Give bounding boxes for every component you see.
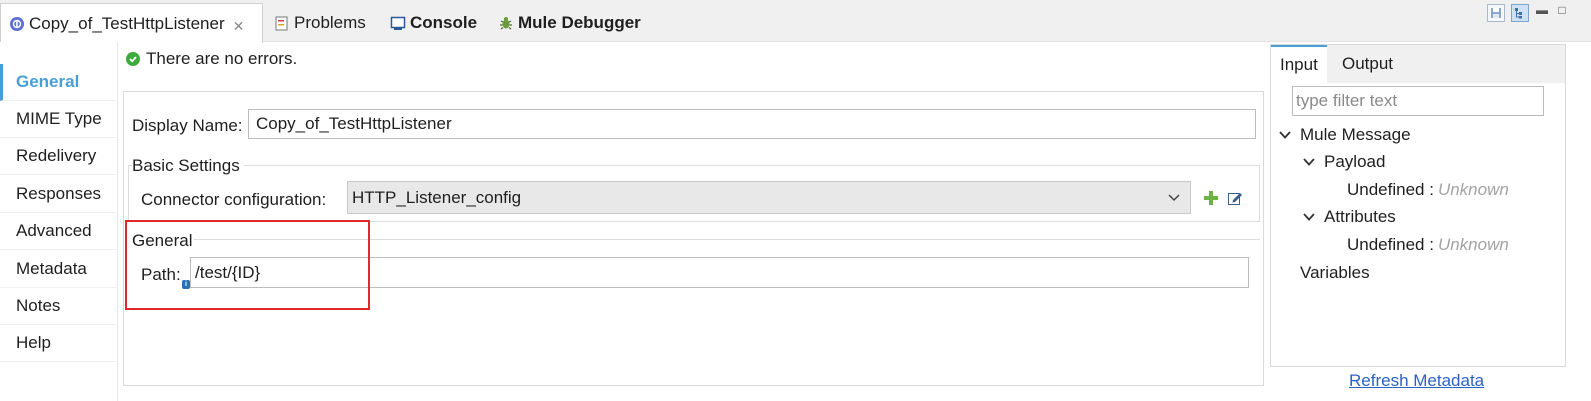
debugger-icon — [498, 15, 514, 31]
tree-label: Variables — [1300, 263, 1370, 282]
tab-problems[interactable]: Problems — [274, 3, 366, 42]
editor-tab-bar: Copy_of_TestHttpListener ✕ Problems Cons… — [0, 0, 1591, 43]
sidebar-item-metadata[interactable]: Metadata — [0, 251, 118, 288]
tree-item-mule-message[interactable]: Mule Message — [1278, 125, 1411, 145]
chevron-down-icon[interactable] — [1278, 128, 1292, 142]
problems-icon — [274, 15, 290, 31]
sidebar-item-advanced[interactable]: Advanced — [0, 213, 118, 250]
maximize-icon[interactable]: □ — [1555, 4, 1569, 16]
tab-input[interactable]: Input — [1271, 45, 1327, 83]
tab-label: Console — [410, 12, 478, 32]
tree-item-variables[interactable]: Variables — [1300, 263, 1370, 283]
sidebar-item-responses[interactable]: Responses — [0, 176, 118, 213]
tree-item-attributes-undefined[interactable]: Undefined : Unknown — [1347, 235, 1509, 255]
display-name-field[interactable]: Copy_of_TestHttpListener — [248, 109, 1256, 139]
connector-config-select[interactable]: HTTP_Listener_config — [347, 181, 1191, 214]
tree-label: Attributes — [1324, 207, 1396, 226]
sidebar-item-redelivery[interactable]: Redelivery — [0, 138, 118, 175]
edit-config-icon[interactable] — [1227, 190, 1243, 206]
connector-config-value: HTTP_Listener_config — [352, 187, 522, 207]
tab-console[interactable]: Console — [390, 3, 477, 42]
general-group-title: General — [132, 231, 195, 251]
close-icon[interactable]: ✕ — [233, 18, 245, 35]
validation-status: There are no errors. — [126, 49, 297, 69]
tree-label: Undefined : — [1347, 235, 1434, 254]
tree-label: Mule Message — [1300, 125, 1411, 144]
filter-input[interactable] — [1296, 91, 1536, 111]
tab-label: Mule Debugger — [518, 12, 641, 32]
properties-sidebar: General MIME Type Redelivery Responses A… — [0, 42, 118, 401]
console-icon — [390, 15, 406, 31]
mule-flow-icon — [9, 16, 25, 32]
chevron-down-icon[interactable] — [1302, 210, 1316, 224]
tree-item-attributes[interactable]: Attributes — [1302, 207, 1396, 227]
tree-item-payload[interactable]: Payload — [1302, 152, 1385, 172]
type-label: Unknown — [1437, 235, 1509, 254]
display-name-label: Display Name: — [132, 116, 243, 135]
sidebar-item-general[interactable]: General — [0, 64, 118, 101]
tree-view-icon[interactable] — [1511, 4, 1529, 22]
status-text: There are no errors. — [146, 49, 298, 68]
filter-field[interactable] — [1292, 86, 1544, 116]
basic-settings-title: Basic Settings — [132, 156, 244, 176]
metadata-tab-bar: Input Output — [1271, 45, 1565, 83]
view-controls: ▬ □ — [1487, 4, 1569, 22]
connector-config-label: Connector configuration: — [141, 190, 327, 209]
sidebar-item-mime-type[interactable]: MIME Type — [0, 101, 118, 138]
type-label: Unknown — [1437, 180, 1509, 199]
minimize-icon[interactable]: ▬ — [1535, 4, 1549, 16]
add-config-icon[interactable] — [1203, 190, 1219, 206]
chevron-down-icon — [1167, 189, 1181, 203]
chevron-down-icon[interactable] — [1302, 155, 1316, 169]
tab-label: Problems — [294, 12, 366, 32]
tab-output[interactable]: Output — [1333, 45, 1402, 83]
tab-copy-of-testhttplistener[interactable]: Copy_of_TestHttpListener ✕ — [0, 3, 263, 43]
tab-label: Copy_of_TestHttpListener — [29, 13, 225, 33]
sidebar-item-notes[interactable]: Notes — [0, 288, 118, 325]
tree-label: Payload — [1324, 152, 1386, 171]
metadata-panel: Input Output Mule Message Payload Undefi… — [1270, 44, 1566, 367]
tree-item-payload-undefined[interactable]: Undefined : Unknown — [1347, 180, 1509, 200]
tree-label: Undefined : — [1347, 180, 1434, 199]
ok-icon — [126, 52, 140, 66]
refresh-metadata-link[interactable]: Refresh Metadata — [1349, 371, 1484, 391]
sidebar-item-help[interactable]: Help — [0, 325, 118, 362]
tab-mule-debugger[interactable]: Mule Debugger — [498, 3, 641, 42]
save-icon[interactable] — [1487, 4, 1505, 22]
